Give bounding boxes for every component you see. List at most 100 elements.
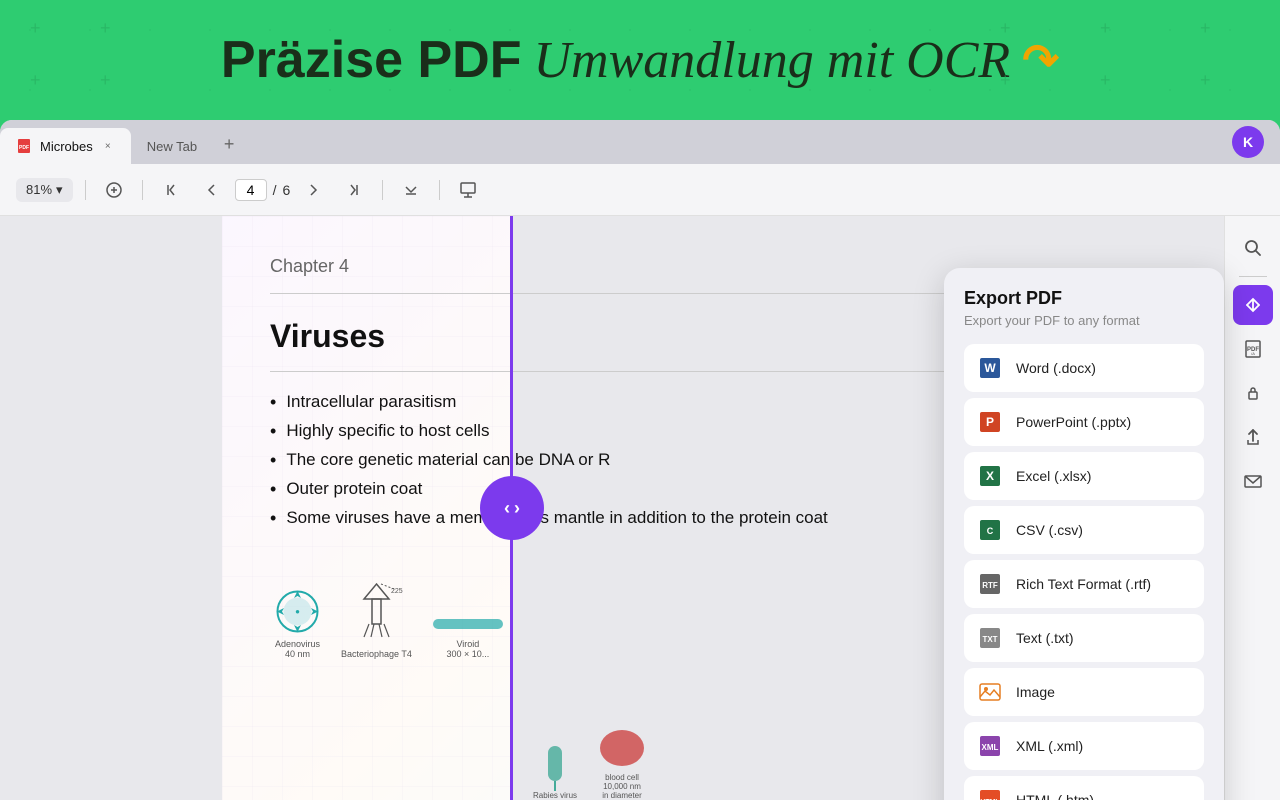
- plus-icon: +: [1200, 70, 1211, 91]
- add-tab-button[interactable]: +: [213, 128, 245, 160]
- bullet-item-5: Some viruses have a membranous mantle in…: [270, 508, 954, 529]
- svg-text:225 nm: 225 nm: [391, 588, 404, 595]
- xml-icon: XML: [976, 732, 1004, 760]
- export-ppt-label: PowerPoint (.pptx): [1016, 414, 1131, 430]
- svg-text:/A: /A: [1251, 351, 1255, 356]
- pdfa-sidebar-button[interactable]: PDF /A: [1233, 329, 1273, 369]
- tab-microbes[interactable]: PDF Microbes ×: [0, 128, 131, 164]
- csv-svg-icon: C: [978, 518, 1002, 542]
- page-number-input[interactable]: [235, 179, 267, 201]
- toolbar-divider-4: [439, 180, 440, 200]
- bacteriophage-icon: 225 nm: [349, 579, 404, 649]
- plus-icon: +: [30, 70, 41, 91]
- content-area: Chapter 4 Viruses Intracellular parasiti…: [0, 216, 1280, 800]
- export-ppt-option[interactable]: P PowerPoint (.pptx): [964, 398, 1204, 446]
- excel-icon: X: [976, 462, 1004, 490]
- svg-text:W: W: [984, 361, 996, 375]
- tab-close-button[interactable]: ×: [101, 139, 115, 153]
- prev-icon: [202, 181, 220, 199]
- plus-decorations: + + + + + + + + + +: [0, 0, 1280, 120]
- html-icon: HTML: [976, 786, 1004, 800]
- app-window: PDF Microbes × New Tab + K 81% ▾: [0, 120, 1280, 800]
- next-button[interactable]: [298, 174, 330, 206]
- viroid-icon: [428, 609, 508, 639]
- bacteriophage-item: 225 nm Bacteriophage T4: [341, 579, 412, 659]
- bacteriophage-label: Bacteriophage T4: [341, 649, 412, 659]
- txt-icon: TXT: [976, 624, 1004, 652]
- export-excel-option[interactable]: X Excel (.xlsx): [964, 452, 1204, 500]
- export-xml-label: XML (.xml): [1016, 738, 1083, 754]
- convert-sidebar-icon: [1243, 295, 1263, 315]
- search-sidebar-button[interactable]: [1233, 228, 1273, 268]
- scroll-down-button[interactable]: [395, 174, 427, 206]
- export-csv-option[interactable]: C CSV (.csv): [964, 506, 1204, 554]
- blood-cell-icon: [597, 723, 647, 773]
- export-rtf-label: Rich Text Format (.rtf): [1016, 576, 1151, 592]
- next-page-button[interactable]: [338, 174, 370, 206]
- banner-italic-text: Umwandlung mit OCR: [534, 31, 1011, 90]
- pdfa-sidebar-icon: PDF /A: [1243, 339, 1263, 359]
- prev-page-button[interactable]: [155, 174, 187, 206]
- export-html-label: HTML (.htm): [1016, 792, 1094, 800]
- right-arrow-icon: ›: [514, 498, 520, 519]
- rabies-icon: [540, 741, 570, 791]
- share-sidebar-button[interactable]: [1233, 417, 1273, 457]
- toolbar-divider-1: [85, 180, 86, 200]
- svg-text:●: ●: [295, 607, 300, 616]
- export-txt-option[interactable]: TXT Text (.txt): [964, 614, 1204, 662]
- export-image-option[interactable]: Image: [964, 668, 1204, 716]
- nav-arrows-button[interactable]: ‹ ›: [480, 476, 544, 540]
- next-icon: [305, 181, 323, 199]
- next-page-icon: [345, 181, 363, 199]
- page-navigation: / 6: [235, 179, 291, 201]
- mail-sidebar-button[interactable]: [1233, 461, 1273, 501]
- page-separator: /: [273, 182, 277, 198]
- pdf-page-inner: Chapter 4 Viruses Intracellular parasiti…: [270, 256, 954, 659]
- pdf-icon: PDF: [16, 138, 32, 154]
- plus-icon: +: [1200, 18, 1211, 39]
- plus-icon: +: [1100, 70, 1111, 91]
- zoom-value: 81%: [26, 182, 52, 197]
- export-subtitle: Export your PDF to any format: [964, 313, 1204, 328]
- bullet-item-2: Highly specific to host cells: [270, 421, 954, 442]
- banner-arrow: ↷: [1022, 35, 1059, 86]
- html-svg-icon: HTML: [978, 788, 1002, 800]
- protect-sidebar-icon: [1243, 383, 1263, 403]
- convert-sidebar-button[interactable]: [1233, 285, 1273, 325]
- export-csv-label: CSV (.csv): [1016, 522, 1083, 538]
- present-button[interactable]: [452, 174, 484, 206]
- rabies-label: Rabies virus: [533, 791, 577, 800]
- svg-text:X: X: [986, 469, 994, 483]
- export-excel-label: Excel (.xlsx): [1016, 468, 1091, 484]
- image-icon: [976, 678, 1004, 706]
- present-icon: [459, 181, 477, 199]
- mail-sidebar-icon: [1243, 471, 1263, 491]
- svg-text:PDF: PDF: [19, 145, 29, 151]
- toolbar-divider-3: [382, 180, 383, 200]
- export-html-option[interactable]: HTML HTML (.htm): [964, 776, 1204, 800]
- user-avatar[interactable]: K: [1232, 126, 1264, 158]
- xml-svg-icon: XML: [978, 734, 1002, 758]
- export-title: Export PDF: [964, 288, 1204, 309]
- ppt-icon: P: [976, 408, 1004, 436]
- zoom-dropdown[interactable]: 81% ▾: [16, 178, 73, 202]
- zoom-in-icon: [105, 181, 123, 199]
- export-rtf-option[interactable]: RTF Rich Text Format (.rtf): [964, 560, 1204, 608]
- chapter-label: Chapter 4: [270, 256, 954, 277]
- zoom-chevron-icon: ▾: [56, 182, 63, 198]
- export-word-option[interactable]: W Word (.docx): [964, 344, 1204, 392]
- plus-icon: +: [100, 70, 111, 91]
- csv-icon: C: [976, 516, 1004, 544]
- toolbar-divider-2: [142, 180, 143, 200]
- right-sidebar: PDF /A: [1224, 216, 1280, 800]
- prev-page-icon: [162, 181, 180, 199]
- tab-new[interactable]: New Tab: [131, 128, 213, 164]
- export-xml-option[interactable]: XML XML (.xml): [964, 722, 1204, 770]
- plus-icon: +: [30, 18, 41, 39]
- left-arrow-icon: ‹: [504, 498, 510, 519]
- zoom-in-button[interactable]: [98, 174, 130, 206]
- bullet-list: Intracellular parasitism Highly specific…: [270, 392, 954, 529]
- plus-icon: +: [100, 18, 111, 39]
- prev-button[interactable]: [195, 174, 227, 206]
- protect-sidebar-button[interactable]: [1233, 373, 1273, 413]
